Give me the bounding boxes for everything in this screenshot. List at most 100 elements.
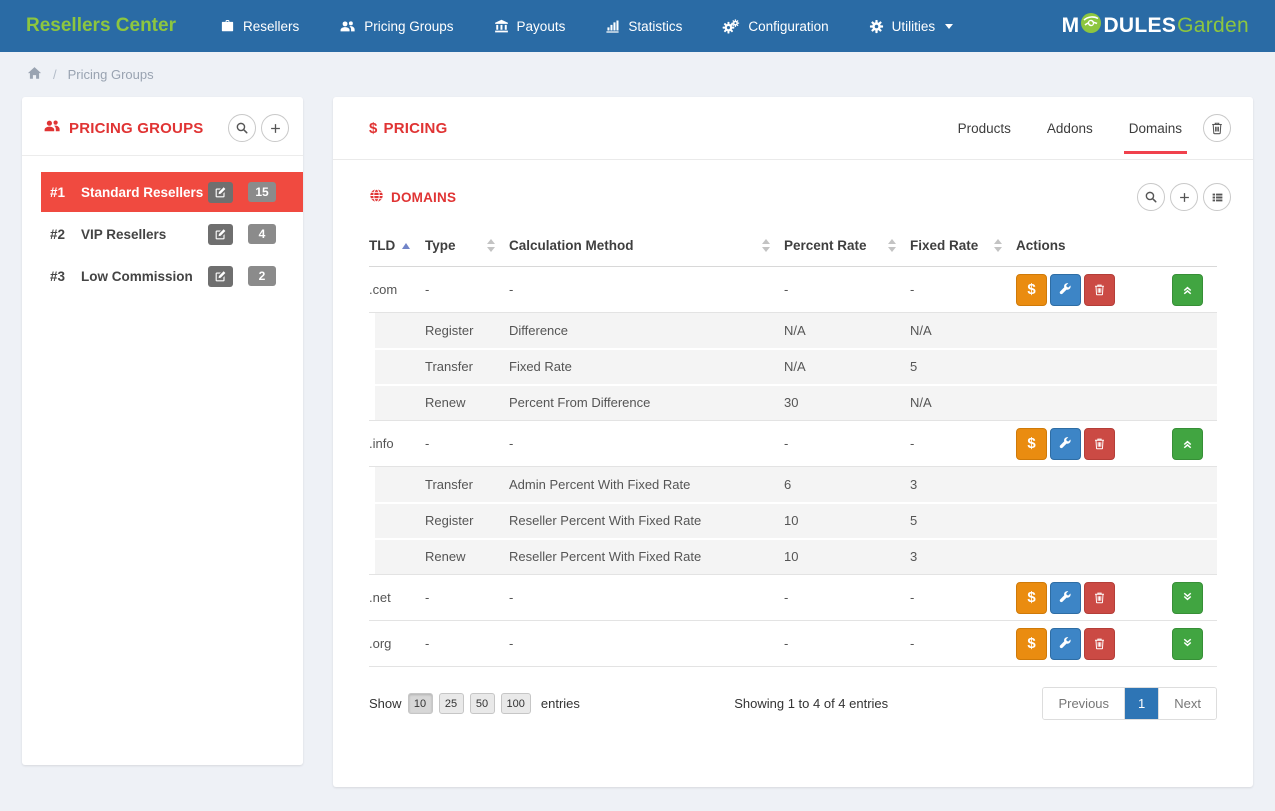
home-icon[interactable] xyxy=(27,66,42,84)
top-navbar: Resellers Center Resellers Pricing Groups… xyxy=(0,0,1275,52)
group-number: #3 xyxy=(50,269,81,284)
breadcrumb-separator: / xyxy=(53,67,57,82)
list-view-button[interactable] xyxy=(1203,183,1231,211)
pricing-groups-panel: PRICING GROUPS #1 Standard Resellers 15#… xyxy=(22,97,303,765)
price-button[interactable]: $ xyxy=(1016,428,1047,460)
configure-button[interactable] xyxy=(1050,428,1081,460)
delete-tld-button[interactable] xyxy=(1084,628,1115,660)
collapse-button[interactable] xyxy=(1172,274,1203,306)
pricing-subrow: Register Difference N/A N/A xyxy=(369,313,1217,349)
pricing-tabs: Products Addons Domains xyxy=(958,97,1182,159)
column-header-calculation-method[interactable]: Calculation Method xyxy=(509,229,784,267)
next-page-button[interactable]: Next xyxy=(1158,688,1216,719)
nav-item-resellers[interactable]: Resellers xyxy=(220,19,299,34)
pricing-subrow: Transfer Admin Percent With Fixed Rate 6… xyxy=(369,467,1217,503)
expand-button[interactable] xyxy=(1172,628,1203,660)
cogs-icon xyxy=(722,19,740,34)
nav-menu: Resellers Pricing Groups Payouts Statistics… xyxy=(220,19,1062,34)
pricing-groups-title: PRICING GROUPS xyxy=(69,120,223,137)
tab-domains[interactable]: Domains xyxy=(1129,97,1182,159)
pricing-subrow: Renew Percent From Difference 30 N/A xyxy=(369,385,1217,421)
group-number: #2 xyxy=(50,227,81,242)
page-size-25[interactable]: 25 xyxy=(439,693,464,714)
page-1-button[interactable]: 1 xyxy=(1124,688,1158,719)
column-header-tld[interactable]: TLD xyxy=(369,229,425,267)
sort-icons xyxy=(888,239,896,252)
delete-tld-button[interactable] xyxy=(1084,428,1115,460)
add-domain-button[interactable] xyxy=(1170,183,1198,211)
delete-pricing-button[interactable] xyxy=(1203,114,1231,142)
configure-button[interactable] xyxy=(1050,582,1081,614)
breadcrumb: / Pricing Groups xyxy=(0,52,1275,97)
gear-icon xyxy=(869,19,884,34)
pricing-panel: $PRICING ProductsAddonsDomains DOMAINS T… xyxy=(333,97,1253,787)
brand-title[interactable]: Resellers Center xyxy=(26,15,176,37)
domains-title: DOMAINS xyxy=(369,188,1132,206)
pricing-subrow: Transfer Fixed Rate N/A 5 xyxy=(369,349,1217,385)
add-group-button[interactable] xyxy=(261,114,289,142)
globe-icon xyxy=(1080,12,1102,40)
page-size-100[interactable]: 100 xyxy=(501,693,531,714)
search-domains-button[interactable] xyxy=(1137,183,1165,211)
delete-tld-button[interactable] xyxy=(1084,274,1115,306)
domains-table: TLDTypeCalculation MethodPercent RateFix… xyxy=(369,229,1217,667)
nav-item-statistics[interactable]: Statistics xyxy=(605,19,682,34)
expand-button[interactable] xyxy=(1172,582,1203,614)
search-group-button[interactable] xyxy=(228,114,256,142)
edit-group-button[interactable] xyxy=(208,182,233,203)
pricing-groups-header: PRICING GROUPS xyxy=(22,97,303,155)
content: PRICING GROUPS #1 Standard Resellers 15#… xyxy=(0,97,1275,787)
group-name: Low Commission xyxy=(81,269,208,284)
column-header-actions: Actions xyxy=(1016,229,1217,267)
price-button[interactable]: $ xyxy=(1016,582,1047,614)
pricing-subrow: Register Reseller Percent With Fixed Rat… xyxy=(369,503,1217,539)
group-item-vip-resellers[interactable]: #2 VIP Resellers 4 xyxy=(41,214,303,254)
price-button[interactable]: $ xyxy=(1016,274,1047,306)
tld-row-net: .net - - - - $ xyxy=(369,575,1217,621)
nav-item-utilities[interactable]: Utilities xyxy=(869,19,954,34)
tld-cell: .net xyxy=(369,575,425,621)
edit-group-button[interactable] xyxy=(208,266,233,287)
users-icon xyxy=(339,19,356,34)
pagination: Previous 1 Next xyxy=(1042,687,1217,720)
tab-products[interactable]: Products xyxy=(958,97,1011,159)
nav-item-configuration[interactable]: Configuration xyxy=(722,19,828,34)
group-count-badge: 4 xyxy=(248,224,276,244)
group-name: VIP Resellers xyxy=(81,227,208,242)
page-size-10[interactable]: 10 xyxy=(408,693,433,714)
breadcrumb-current: Pricing Groups xyxy=(68,67,154,82)
column-header-type[interactable]: Type xyxy=(425,229,509,267)
tab-addons[interactable]: Addons xyxy=(1047,97,1093,159)
group-name: Standard Resellers xyxy=(81,185,208,200)
group-item-low-commission[interactable]: #3 Low Commission 2 xyxy=(41,256,303,296)
previous-page-button[interactable]: Previous xyxy=(1043,688,1124,719)
delete-tld-button[interactable] xyxy=(1084,582,1115,614)
nav-item-payouts[interactable]: Payouts xyxy=(494,19,566,34)
page-size-50[interactable]: 50 xyxy=(470,693,495,714)
edit-group-button[interactable] xyxy=(208,224,233,245)
globe-icon xyxy=(369,188,384,206)
page-size-buttons: 10 25 50 100 xyxy=(408,693,531,714)
tld-row-com: .com - - - - $ xyxy=(369,267,1217,313)
page: Resellers Center Resellers Pricing Groups… xyxy=(0,0,1275,811)
configure-button[interactable] xyxy=(1050,628,1081,660)
logo-garden: Garden xyxy=(1177,14,1249,38)
page-size-control: Show 10 25 50 100 entries xyxy=(369,693,580,714)
users-icon xyxy=(43,118,61,139)
tld-cell: .org xyxy=(369,621,425,667)
price-button[interactable]: $ xyxy=(1016,628,1047,660)
tld-cell: .info xyxy=(369,421,425,467)
pricing-header: $PRICING ProductsAddonsDomains xyxy=(333,97,1253,160)
group-number: #1 xyxy=(50,185,81,200)
column-header-fixed-rate[interactable]: Fixed Rate xyxy=(910,229,1016,267)
column-header-percent-rate[interactable]: Percent Rate xyxy=(784,229,910,267)
nav-item-pricing-groups[interactable]: Pricing Groups xyxy=(339,19,453,34)
sort-icons xyxy=(994,239,1002,252)
group-count-badge: 2 xyxy=(248,266,276,286)
configure-button[interactable] xyxy=(1050,274,1081,306)
group-item-standard-resellers[interactable]: #1 Standard Resellers 15 xyxy=(41,172,303,212)
pricing-groups-list: #1 Standard Resellers 15#2 VIP Resellers… xyxy=(22,156,303,296)
collapse-button[interactable] xyxy=(1172,428,1203,460)
entries-label: entries xyxy=(541,696,580,711)
show-label: Show xyxy=(369,696,402,711)
